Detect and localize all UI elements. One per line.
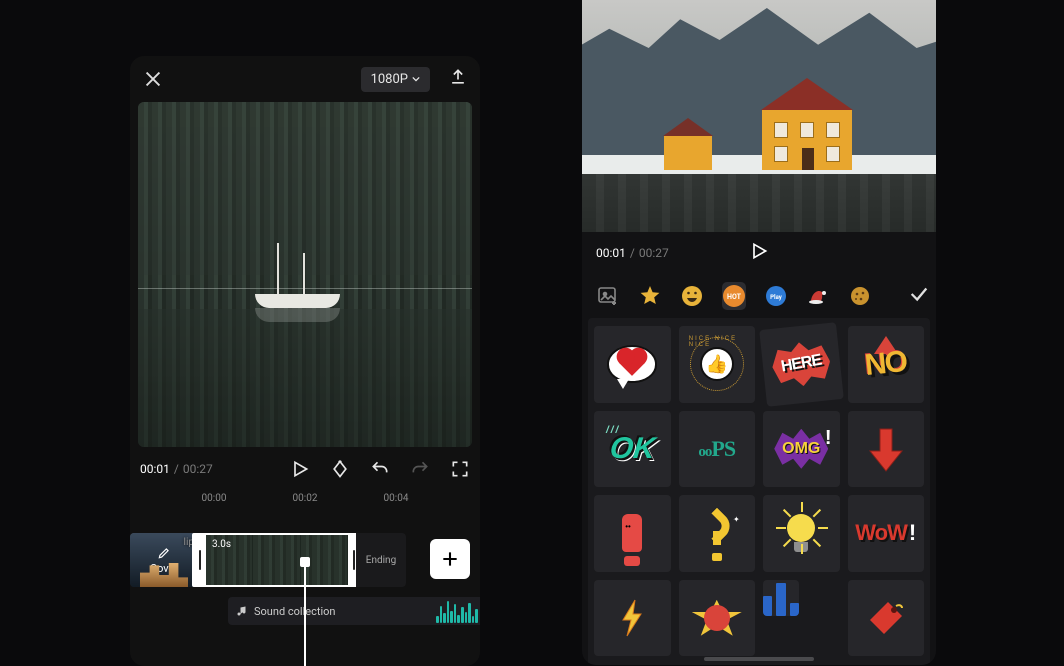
- category-santa-hat[interactable]: [806, 282, 830, 310]
- sticker-no-flame[interactable]: NO: [848, 326, 925, 403]
- home-indicator: [704, 657, 814, 661]
- svg-text:Play: Play: [770, 294, 783, 301]
- close-icon[interactable]: [142, 68, 164, 90]
- sticker-wow[interactable]: WoW!: [848, 495, 925, 572]
- redo-icon: [410, 459, 430, 479]
- current-time: 00:01: [596, 246, 626, 260]
- video-preview[interactable]: [582, 0, 936, 232]
- sticker-grid: 👍 HERE NO ///OK ooPS OMG! ••✦: [594, 326, 924, 656]
- export-icon[interactable]: [448, 67, 468, 91]
- playback-controls: 00:01 / 00:27: [582, 232, 936, 274]
- sticker-yellow-question[interactable]: ✦: [679, 495, 756, 572]
- sticker-ok-green[interactable]: ///OK: [594, 411, 671, 488]
- confirm-icon[interactable]: [908, 283, 930, 309]
- playback-controls: 00:01 / 00:27: [130, 447, 480, 491]
- category-play-badge[interactable]: Play: [764, 282, 788, 310]
- sticker-panel: 👍 HERE NO ///OK ooPS OMG! ••✦: [588, 318, 930, 665]
- sticker-oops[interactable]: ooPS: [679, 411, 756, 488]
- sticker-bar-chart[interactable]: [763, 580, 799, 616]
- play-icon[interactable]: [749, 241, 769, 265]
- category-hot[interactable]: HOT: [722, 282, 746, 310]
- clip-duration-label: 3.0s: [212, 539, 231, 550]
- selected-clip[interactable]: 3.0s: [192, 533, 362, 587]
- chevron-down-icon: [412, 75, 420, 83]
- sticker-red-exclaim[interactable]: ••✦: [594, 495, 671, 572]
- category-emoji[interactable]: [680, 282, 704, 310]
- time-display: 00:01 / 00:27: [596, 246, 669, 260]
- cover-label: Cover: [150, 562, 178, 575]
- current-time: 00:01: [140, 462, 170, 476]
- playhead[interactable]: [304, 561, 306, 666]
- play-icon[interactable]: [290, 459, 310, 479]
- sticker-screen: 00:01 / 00:27 HOT Play: [582, 0, 936, 665]
- clip-ending[interactable]: Ending: [356, 533, 406, 587]
- waveform: [434, 597, 480, 625]
- category-cookie[interactable]: [848, 282, 872, 310]
- sticker-lightbulb[interactable]: [763, 495, 840, 572]
- resolution-dropdown[interactable]: 1080P: [361, 67, 430, 92]
- sticker-price-tag[interactable]: [848, 580, 925, 657]
- sticker-omg-burst[interactable]: OMG!: [763, 411, 840, 488]
- sticker-red-arrow-down[interactable]: [848, 411, 925, 488]
- cover-button[interactable]: Cover: [130, 533, 198, 587]
- tick-label: 00:04: [384, 493, 409, 504]
- sticker-sun-burst[interactable]: [679, 580, 756, 657]
- resolution-label: 1080P: [371, 72, 408, 87]
- sound-label: Sound collection: [254, 605, 335, 618]
- sticker-nice-thumb[interactable]: 👍: [679, 326, 756, 403]
- pencil-icon: [157, 546, 171, 560]
- video-preview[interactable]: [138, 102, 472, 447]
- trim-handle-left[interactable]: [194, 535, 206, 585]
- tick-label: 00:00: [202, 493, 227, 504]
- top-bar: 1080P: [130, 56, 480, 102]
- sticker-lightning[interactable]: [594, 580, 671, 657]
- ending-label: Ending: [366, 555, 396, 566]
- timeline-ruler[interactable]: 00:00 00:02 00:04: [130, 493, 480, 513]
- editor-screen: 1080P 00:01 / 00:27: [130, 56, 480, 666]
- total-duration: 00:27: [639, 246, 669, 260]
- category-image-add[interactable]: [596, 282, 620, 310]
- tick-label: 00:02: [293, 493, 318, 504]
- svg-text:HOT: HOT: [727, 293, 742, 301]
- sticker-here-burst[interactable]: HERE: [759, 322, 843, 406]
- sticker-categories: HOT Play: [582, 274, 936, 318]
- total-duration: 00:27: [183, 462, 213, 476]
- fullscreen-icon[interactable]: [450, 459, 470, 479]
- time-display: 00:01 / 00:27: [140, 462, 213, 476]
- add-clip-button[interactable]: [430, 539, 470, 579]
- clip-cover[interactable]: lip Cover: [130, 533, 198, 587]
- keyframe-icon[interactable]: [330, 459, 350, 479]
- sticker-heart-bubble[interactable]: [594, 326, 671, 403]
- undo-icon[interactable]: [370, 459, 390, 479]
- music-note-icon: [236, 605, 248, 617]
- category-star[interactable]: [638, 282, 662, 310]
